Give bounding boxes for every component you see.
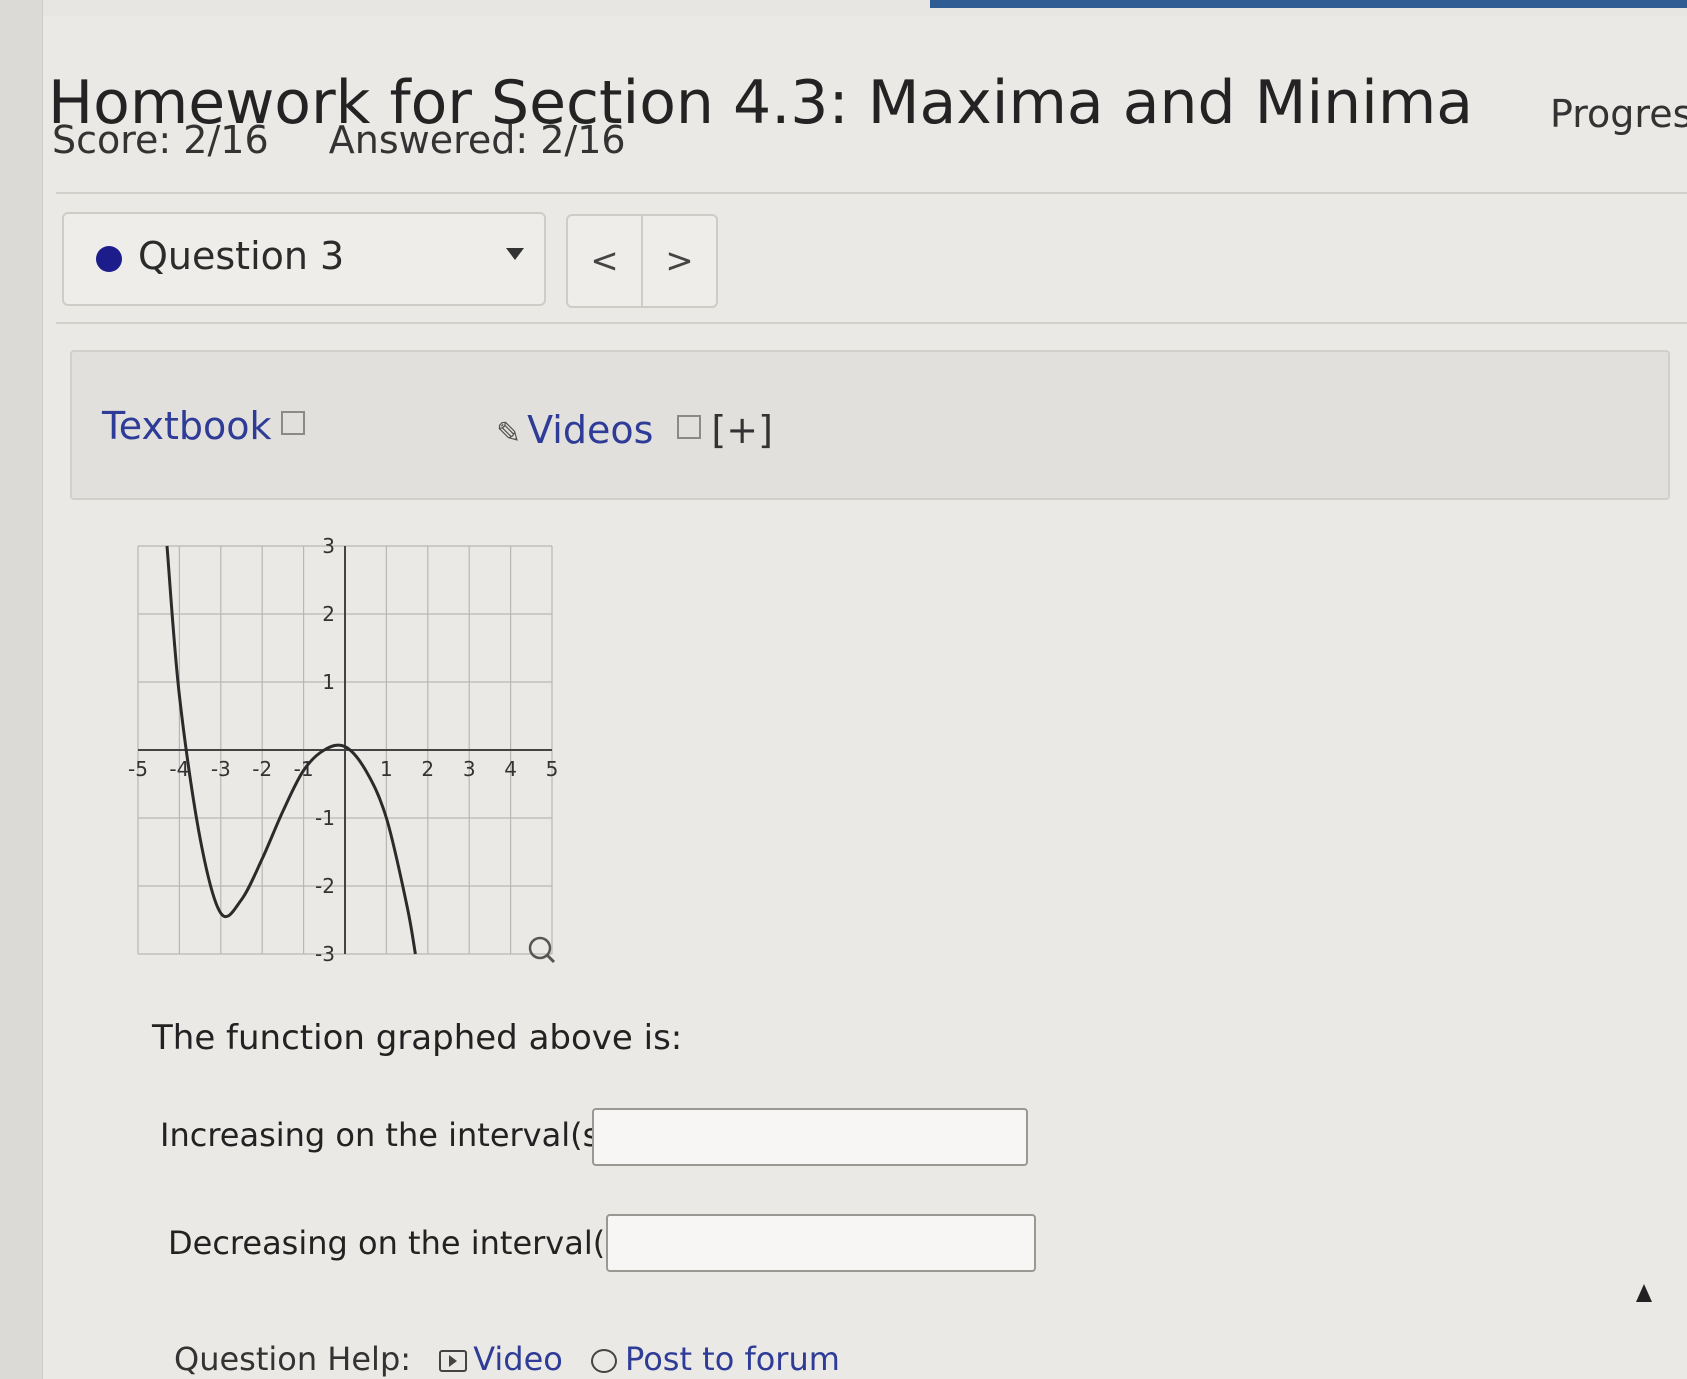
external-link-icon xyxy=(677,415,702,439)
score-text: Score: 2/16 xyxy=(52,118,269,162)
pencil-icon: ✎ xyxy=(496,416,522,451)
top-accent-bar xyxy=(930,0,1687,8)
function-graph[interactable]: -5 -4 -3 -2 -1 1 2 3 4 5321-1-2-3 xyxy=(120,530,570,970)
y-tick-label: -3 xyxy=(315,942,335,966)
x-tick-label: -3 xyxy=(211,757,231,781)
x-tick-label: 4 xyxy=(504,757,517,781)
x-tick-label: 5 xyxy=(546,757,559,781)
x-tick-label: 1 xyxy=(380,757,393,781)
y-tick-label: -2 xyxy=(315,874,335,898)
speech-bubble-icon xyxy=(591,1349,618,1373)
help-video-label: Video xyxy=(473,1340,563,1378)
decreasing-interval-input[interactable] xyxy=(606,1214,1036,1272)
mouse-cursor-icon xyxy=(1636,1284,1652,1302)
question-select[interactable]: Question 3 xyxy=(62,212,546,306)
help-video-link[interactable]: Video xyxy=(439,1340,563,1378)
zoom-icon[interactable] xyxy=(528,936,556,964)
divider-top xyxy=(56,192,1687,194)
question-help-row: Question Help: Video Post to forum xyxy=(174,1340,840,1378)
videos-link[interactable]: ✎ Videos [+] xyxy=(496,408,773,452)
question-select-label: Question 3 xyxy=(138,234,345,278)
videos-label: Videos xyxy=(527,408,654,452)
x-tick-label: 3 xyxy=(463,757,476,781)
external-link-icon xyxy=(281,411,306,435)
divider-mid xyxy=(56,322,1687,324)
question-help-label: Question Help: xyxy=(174,1340,412,1378)
expand-videos-toggle[interactable]: [+] xyxy=(711,408,773,452)
y-tick-label: -1 xyxy=(315,806,335,830)
x-tick-label: 2 xyxy=(421,757,434,781)
answered-text: Answered: 2/16 xyxy=(328,118,626,162)
next-question-button[interactable]: > xyxy=(641,216,716,306)
video-icon xyxy=(439,1350,468,1372)
question-status-dot-icon xyxy=(96,246,122,272)
increasing-interval-input[interactable] xyxy=(592,1108,1028,1166)
score-summary: Score: 2/16 Answered: 2/16 xyxy=(52,118,674,162)
y-tick-label: 3 xyxy=(322,534,335,558)
post-to-forum-label: Post to forum xyxy=(625,1340,840,1378)
question-prompt: The function graphed above is: xyxy=(152,1018,683,1058)
graph-axes xyxy=(138,546,552,954)
textbook-link[interactable]: Textbook xyxy=(102,404,306,448)
x-tick-label: -2 xyxy=(252,757,272,781)
decreasing-label: Decreasing on the interval(s) xyxy=(168,1224,635,1262)
left-rail xyxy=(0,0,43,1379)
textbook-label: Textbook xyxy=(102,404,272,448)
y-tick-label: 1 xyxy=(322,670,335,694)
y-tick-label: 2 xyxy=(322,602,335,626)
question-nav-group: < > xyxy=(566,214,718,308)
chevron-down-icon xyxy=(506,248,524,260)
increasing-label: Increasing on the interval(s) xyxy=(160,1116,612,1154)
previous-question-button[interactable]: < xyxy=(568,216,641,306)
progress-label[interactable]: Progress xyxy=(1550,92,1687,136)
resources-panel: Textbook ✎ Videos [+] xyxy=(70,350,1670,500)
post-to-forum-link[interactable]: Post to forum xyxy=(591,1340,840,1378)
x-tick-label: -5 xyxy=(128,757,148,781)
